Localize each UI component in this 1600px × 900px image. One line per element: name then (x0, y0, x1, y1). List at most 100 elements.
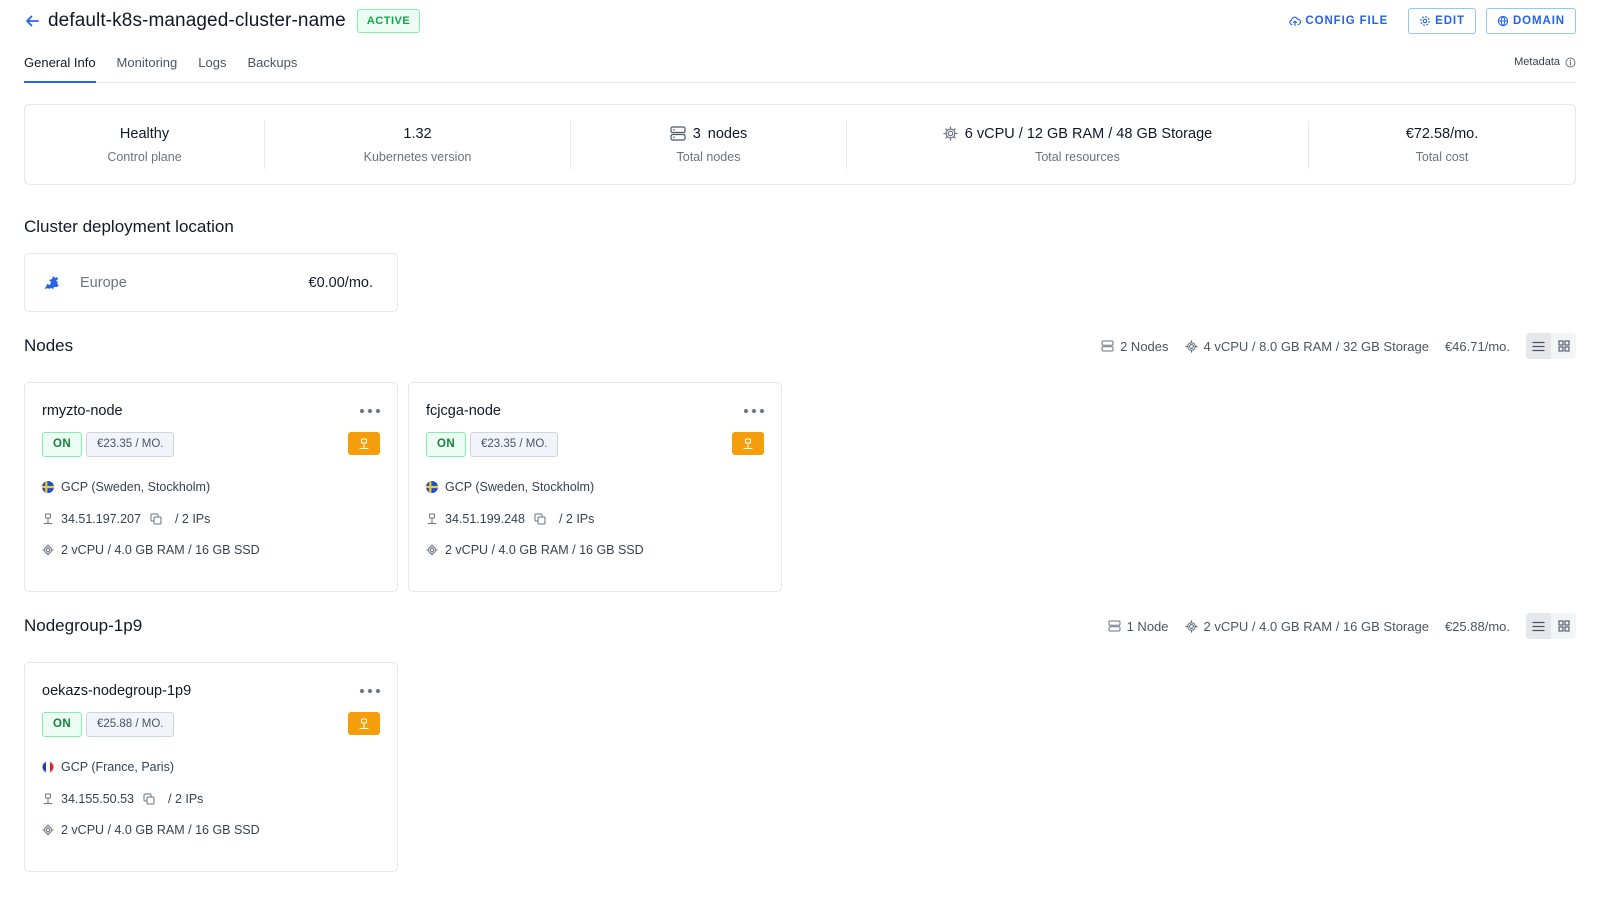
location-card[interactable]: Europe €0.00/mo. (24, 253, 398, 312)
location-name: Europe (80, 274, 127, 291)
gear-icon (1420, 16, 1430, 26)
node-ip-row: 34.51.197.207 / 2 IPs (42, 512, 210, 526)
node-ip-row: 34.51.199.248 / 2 IPs (426, 512, 594, 526)
node-card[interactable]: oekazs-nodegroup-1p9 ON €25.88 / MO. GCP… (24, 662, 398, 872)
control-plane-value: Healthy (119, 125, 170, 142)
control-plane-stat: Healthy Control plane (25, 120, 265, 169)
tab-bar: General Info Monitoring Logs Backups Met… (24, 53, 1576, 83)
france-flag-icon (42, 761, 54, 773)
node-console-button[interactable] (732, 432, 764, 455)
cpu-icon (42, 824, 54, 836)
node-price-badge: €23.35 / MO. (86, 432, 175, 457)
network-node-icon (43, 793, 53, 804)
node-ip-row: 34.155.50.53 / 2 IPs (42, 792, 203, 806)
node-location: GCP (Sweden, Stockholm) (61, 480, 211, 494)
node-spec-row: 2 vCPU / 4.0 GB RAM / 16 GB SSD (42, 543, 260, 557)
metadata-link[interactable]: Metadata (1514, 56, 1576, 68)
cpu-icon (1184, 619, 1198, 633)
cpu-icon (1184, 339, 1198, 353)
group-title: Nodes (24, 336, 74, 355)
server-icon (670, 126, 686, 141)
tab-logs[interactable]: Logs (198, 53, 226, 83)
node-spec: 2 vCPU / 4.0 GB RAM / 16 GB SSD (61, 823, 260, 837)
group-price: €25.88/mo. (1444, 618, 1510, 634)
node-ip-count: / 2 IPs (174, 512, 211, 526)
sweden-flag-icon (426, 481, 438, 493)
more-options-icon[interactable] (360, 403, 380, 419)
total-cost-stat: €72.58/mo. Total cost (1309, 121, 1575, 169)
list-view-icon[interactable] (1526, 333, 1551, 359)
node-card[interactable]: rmyzto-node ON €23.35 / MO. GCP (Sweden,… (24, 382, 398, 592)
page-header: default-k8s-managed-cluster-name ACTIVE (24, 8, 421, 34)
node-location: GCP (France, Paris) (61, 760, 174, 774)
node-console-button[interactable] (348, 432, 380, 455)
node-spec-row: 2 vCPU / 4.0 GB RAM / 16 GB SSD (42, 823, 260, 837)
node-state-badge: ON (42, 712, 83, 737)
copy-icon[interactable] (143, 793, 155, 805)
config-file-button[interactable]: CONFIG FILE (1279, 8, 1398, 34)
node-price-badge: €25.88 / MO. (86, 712, 175, 737)
globe-icon (1497, 15, 1509, 27)
node-spec: 2 vCPU / 4.0 GB RAM / 16 GB SSD (61, 543, 260, 557)
node-spec-row: 2 vCPU / 4.0 GB RAM / 16 GB SSD (426, 543, 644, 557)
info-icon (1565, 57, 1576, 67)
node-ip: 34.51.197.207 (61, 512, 141, 526)
location-price: €0.00/mo. (308, 274, 374, 291)
edit-label: EDIT (1435, 15, 1465, 27)
cpu-icon (943, 126, 958, 141)
node-card[interactable]: fcjcga-node ON €23.35 / MO. GCP (Sweden,… (408, 382, 782, 592)
tab-general-info[interactable]: General Info (24, 53, 96, 83)
node-ip-count: / 2 IPs (558, 512, 595, 526)
total-nodes-unit: nodes (707, 125, 748, 142)
network-node-icon (359, 437, 369, 449)
node-location-row: GCP (Sweden, Stockholm) (42, 480, 210, 494)
domain-label: DOMAIN (1512, 15, 1565, 27)
server-icon (1101, 340, 1114, 352)
grid-view-icon[interactable] (1551, 333, 1576, 359)
list-view-icon[interactable] (1526, 613, 1551, 639)
total-nodes-count: 3 (692, 125, 701, 142)
total-cost-value: €72.58/mo. (1405, 125, 1479, 142)
network-node-icon (427, 513, 437, 524)
edit-button[interactable]: EDIT (1408, 8, 1476, 34)
total-nodes-label: Total nodes (676, 149, 741, 164)
group-resources-text: 4 vCPU / 8.0 GB RAM / 32 GB Storage (1203, 338, 1429, 354)
copy-icon[interactable] (534, 513, 546, 525)
grid-view-icon[interactable] (1551, 613, 1576, 639)
cpu-icon (42, 544, 54, 556)
back-arrow-icon[interactable] (24, 12, 42, 30)
node-ip: 34.51.199.248 (445, 512, 525, 526)
view-toggle (1526, 333, 1576, 359)
europe-map-icon (43, 275, 59, 289)
node-location-row: GCP (France, Paris) (42, 760, 174, 774)
group-resources: 4 vCPU / 8.0 GB RAM / 32 GB Storage (1184, 338, 1429, 354)
tab-backups[interactable]: Backups (247, 53, 297, 83)
k8s-version-stat: 1.32 Kubernetes version (265, 120, 571, 169)
domain-button[interactable]: DOMAIN (1485, 8, 1576, 34)
view-toggle (1526, 613, 1576, 639)
total-resources-stat: 6 vCPU / 12 GB RAM / 48 GB Storage Total… (847, 120, 1309, 169)
tab-monitoring[interactable]: Monitoring (117, 53, 178, 83)
node-location-row: GCP (Sweden, Stockholm) (426, 480, 594, 494)
control-plane-label: Control plane (107, 149, 182, 164)
total-nodes-value: 3 nodes (670, 125, 748, 142)
total-resources-value: 6 vCPU / 12 GB RAM / 48 GB Storage (943, 126, 1212, 142)
cluster-summary-card: Healthy Control plane 1.32 Kubernetes ve… (24, 104, 1576, 185)
group-resources: 2 vCPU / 4.0 GB RAM / 16 GB Storage (1184, 619, 1429, 634)
more-options-icon[interactable] (744, 403, 764, 419)
server-icon (1108, 620, 1121, 632)
network-node-icon (359, 717, 369, 729)
group-node-count: 1 Node (1108, 619, 1169, 634)
group-nodes-text: 2 Nodes (1120, 338, 1169, 354)
copy-icon[interactable] (150, 513, 162, 525)
total-resources-text: 6 vCPU / 12 GB RAM / 48 GB Storage (964, 125, 1213, 142)
more-options-icon[interactable] (360, 683, 380, 699)
network-node-icon (43, 513, 53, 524)
node-spec: 2 vCPU / 4.0 GB RAM / 16 GB SSD (445, 543, 644, 557)
group-node-count: 2 Nodes (1101, 338, 1169, 354)
node-location: GCP (Sweden, Stockholm) (445, 480, 595, 494)
cpu-icon (426, 544, 438, 556)
node-console-button[interactable] (348, 712, 380, 735)
node-ip-count: / 2 IPs (168, 792, 204, 806)
node-ip: 34.155.50.53 (61, 792, 134, 806)
